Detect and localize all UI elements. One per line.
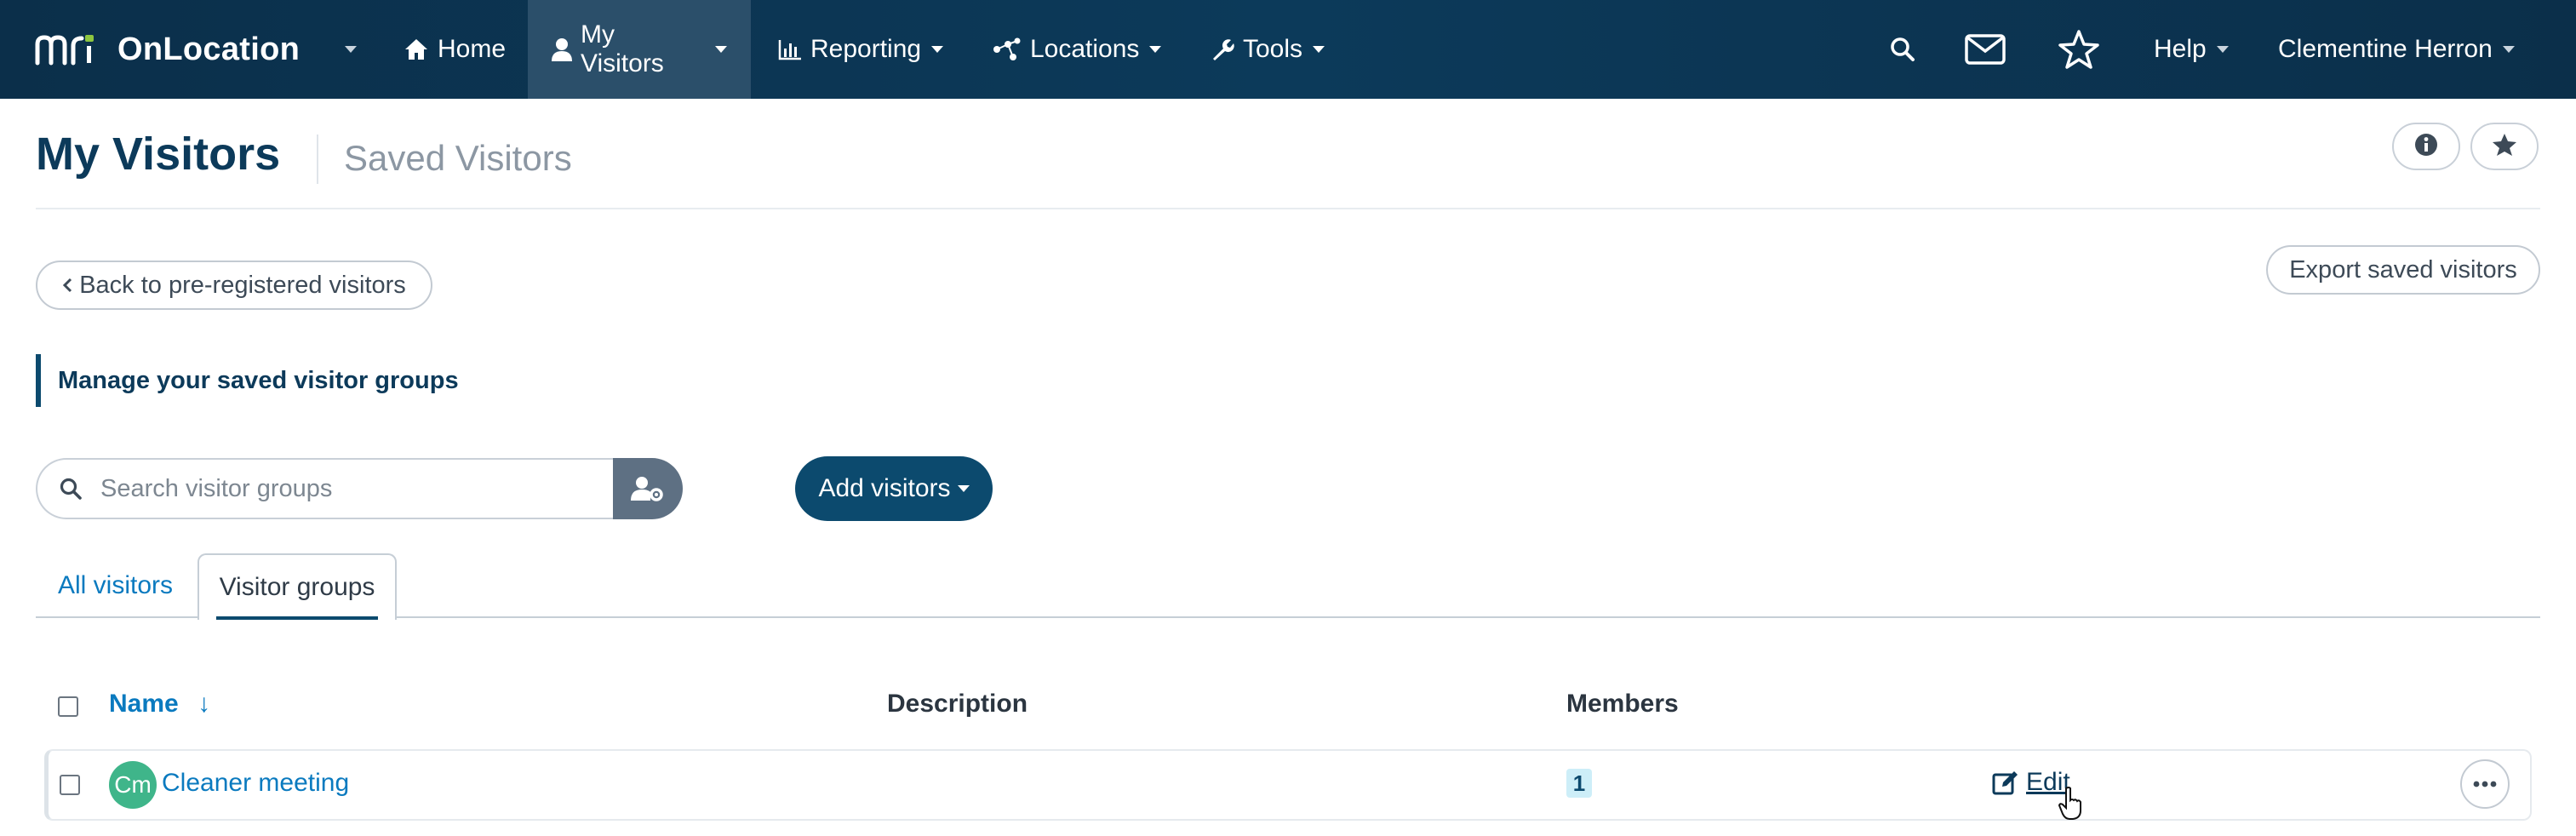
chevron-down-icon [1149, 46, 1162, 53]
info-icon [2414, 133, 2438, 161]
members-count-badge: 1 [1566, 769, 1592, 798]
chevron-down-icon [2502, 46, 2515, 53]
tab-visitor-groups-label: Visitor groups [219, 573, 375, 601]
user-gear-icon [631, 476, 665, 501]
add-visitors-button[interactable]: Add visitors [795, 456, 993, 521]
group-avatar: Cm [109, 761, 157, 809]
chevron-down-icon [931, 46, 944, 53]
group-name-link[interactable]: Cleaner meeting [162, 769, 349, 798]
export-label: Export saved visitors [2289, 255, 2517, 283]
column-header-description: Description [887, 690, 1028, 719]
mri-logo-icon [34, 32, 97, 66]
user-name: Clementine Herron [2278, 35, 2493, 63]
nav-home-label: Home [438, 35, 507, 63]
table-row [44, 749, 2532, 821]
tab-visitor-groups[interactable]: Visitor groups [197, 553, 397, 620]
wrench-icon [1211, 37, 1234, 61]
tab-all-visitors[interactable]: All visitors [36, 553, 195, 618]
search-icon [60, 478, 82, 500]
search-icon[interactable] [1881, 0, 1924, 99]
chevron-down-icon [715, 46, 727, 53]
row-checkbox[interactable] [60, 775, 80, 795]
top-navbar: OnLocation Home My Visitors Reporting Lo… [0, 0, 2576, 99]
app-name: OnLocation [117, 31, 301, 67]
chevron-down-icon [2216, 46, 2229, 53]
app-switcher-chevron-icon[interactable] [345, 46, 357, 53]
header-divider [36, 208, 2540, 209]
mail-icon[interactable] [1961, 0, 2009, 99]
nav-reporting-label: Reporting [810, 35, 922, 63]
info-banner: Manage your saved visitor groups [36, 354, 459, 407]
column-description-label: Description [887, 690, 1028, 718]
nav-home[interactable]: Home [380, 0, 530, 99]
search-placeholder: Search visitor groups [100, 474, 333, 502]
user-settings-filter-button[interactable] [613, 458, 683, 519]
active-tab-indicator [216, 616, 378, 620]
chevron-down-icon [957, 485, 970, 492]
nav-tools[interactable]: Tools [1187, 0, 1348, 99]
sort-arrow-icon: ↓ [197, 690, 211, 718]
nav-locations[interactable]: Locations [969, 0, 1185, 99]
row-more-options-button[interactable] [2460, 759, 2510, 809]
tabs-divider [36, 616, 2540, 618]
back-label: Back to pre-registered visitors [79, 271, 406, 299]
edit-icon [1992, 770, 2019, 795]
bar-chart-icon [778, 38, 802, 60]
home-icon [404, 37, 429, 61]
select-all-checkbox[interactable] [58, 696, 78, 717]
column-header-name[interactable]: Name ↓ [109, 690, 210, 719]
nav-reporting[interactable]: Reporting [754, 0, 967, 99]
chevron-left-icon [62, 278, 72, 293]
page-subtitle: Saved Visitors [344, 138, 572, 178]
nav-help[interactable]: Help [2130, 0, 2253, 99]
favorites-star-icon[interactable] [2055, 0, 2103, 99]
chevron-down-icon [1313, 46, 1325, 53]
search-visitor-groups-input[interactable]: Search visitor groups [36, 458, 615, 519]
back-to-preregistered-button[interactable]: Back to pre-registered visitors [36, 261, 432, 310]
user-menu[interactable]: Clementine Herron [2254, 0, 2539, 99]
banner-text: Manage your saved visitor groups [58, 366, 459, 394]
avatar-initials: Cm [114, 771, 152, 798]
page-title: My Visitors [36, 129, 281, 180]
tab-all-visitors-label: All visitors [58, 571, 174, 599]
nav-my-visitors-label: My Visitors [581, 20, 664, 77]
nav-help-label: Help [2154, 35, 2207, 63]
nav-locations-label: Locations [1030, 35, 1140, 63]
export-saved-visitors-button[interactable]: Export saved visitors [2266, 245, 2540, 295]
app-logo[interactable]: OnLocation [34, 22, 300, 77]
column-name-label: Name [109, 690, 179, 718]
column-header-members: Members [1566, 690, 1679, 719]
title-divider [317, 135, 318, 184]
column-members-label: Members [1566, 690, 1679, 718]
nav-tools-label: Tools [1243, 35, 1303, 63]
user-icon [552, 37, 572, 61]
favorite-page-button[interactable] [2470, 123, 2539, 170]
add-visitors-label: Add visitors [818, 474, 951, 502]
nav-my-visitors[interactable]: My Visitors [528, 0, 751, 99]
ellipsis-icon [2473, 781, 2497, 787]
network-icon [993, 37, 1022, 61]
info-button[interactable] [2392, 123, 2460, 170]
hand-pointer-cursor-icon [2058, 787, 2084, 825]
star-icon [2492, 133, 2517, 161]
